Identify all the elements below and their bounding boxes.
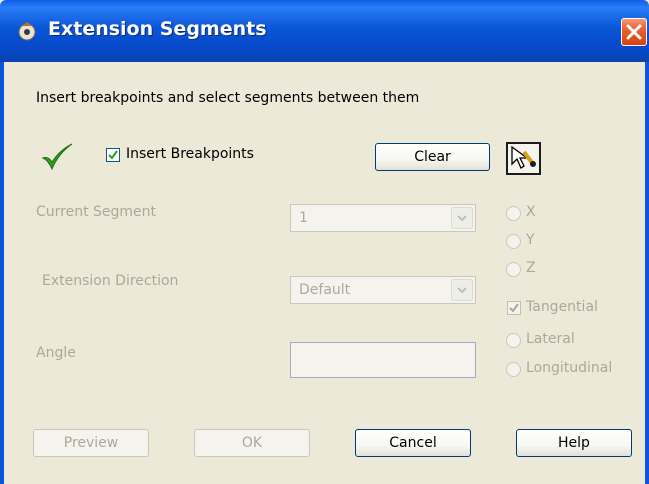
chevron-down-icon [457,215,467,222]
window-frame-right [645,62,649,484]
radio-y-label: Y [526,232,535,248]
chevron-down-icon [457,287,467,294]
radio-z-label: Z [526,260,536,276]
extension-direction-label: Extension Direction [42,273,179,289]
green-check-icon [41,143,73,171]
checkbox-check-icon [509,303,519,313]
close-button[interactable] [621,18,647,46]
tangential-checkbox[interactable] [507,301,521,315]
current-segment-label: Current Segment [36,204,157,220]
insert-breakpoints-label: Insert Breakpoints [126,146,254,162]
instruction-text: Insert breakpoints and select segments b… [36,90,420,106]
ok-button[interactable]: OK [194,429,310,457]
radio-longitudinal-label: Longitudinal [526,360,613,376]
radio-longitudinal[interactable] [506,362,521,377]
radio-x[interactable] [506,206,521,221]
cancel-button[interactable]: Cancel [355,429,471,457]
radio-lateral[interactable] [506,333,521,348]
title-bar: Extension Segments [0,0,649,62]
checkbox-check-icon [108,150,118,160]
extension-direction-value: Default [299,282,351,298]
current-segment-select[interactable]: 1 [290,204,476,232]
radio-z[interactable] [506,262,521,277]
angle-input[interactable] [290,342,476,378]
tangential-label: Tangential [526,299,598,315]
window-title: Extension Segments [48,18,267,40]
close-icon [626,24,642,40]
radio-y[interactable] [506,234,521,249]
pointer-pick-icon [511,145,536,169]
clear-button[interactable]: Clear [375,143,490,171]
window-frame-left [0,62,4,484]
app-icon [18,22,36,41]
extension-direction-select[interactable]: Default [290,276,476,304]
current-segment-value: 1 [299,210,308,226]
pick-breakpoint-button[interactable] [506,142,541,175]
help-button[interactable]: Help [516,429,632,457]
angle-label: Angle [36,345,76,361]
radio-lateral-label: Lateral [526,331,575,347]
dropdown-arrow[interactable] [451,279,473,301]
radio-x-label: X [526,204,536,220]
dropdown-arrow[interactable] [451,207,473,229]
preview-button[interactable]: Preview [33,429,149,457]
insert-breakpoints-checkbox[interactable] [106,148,120,162]
